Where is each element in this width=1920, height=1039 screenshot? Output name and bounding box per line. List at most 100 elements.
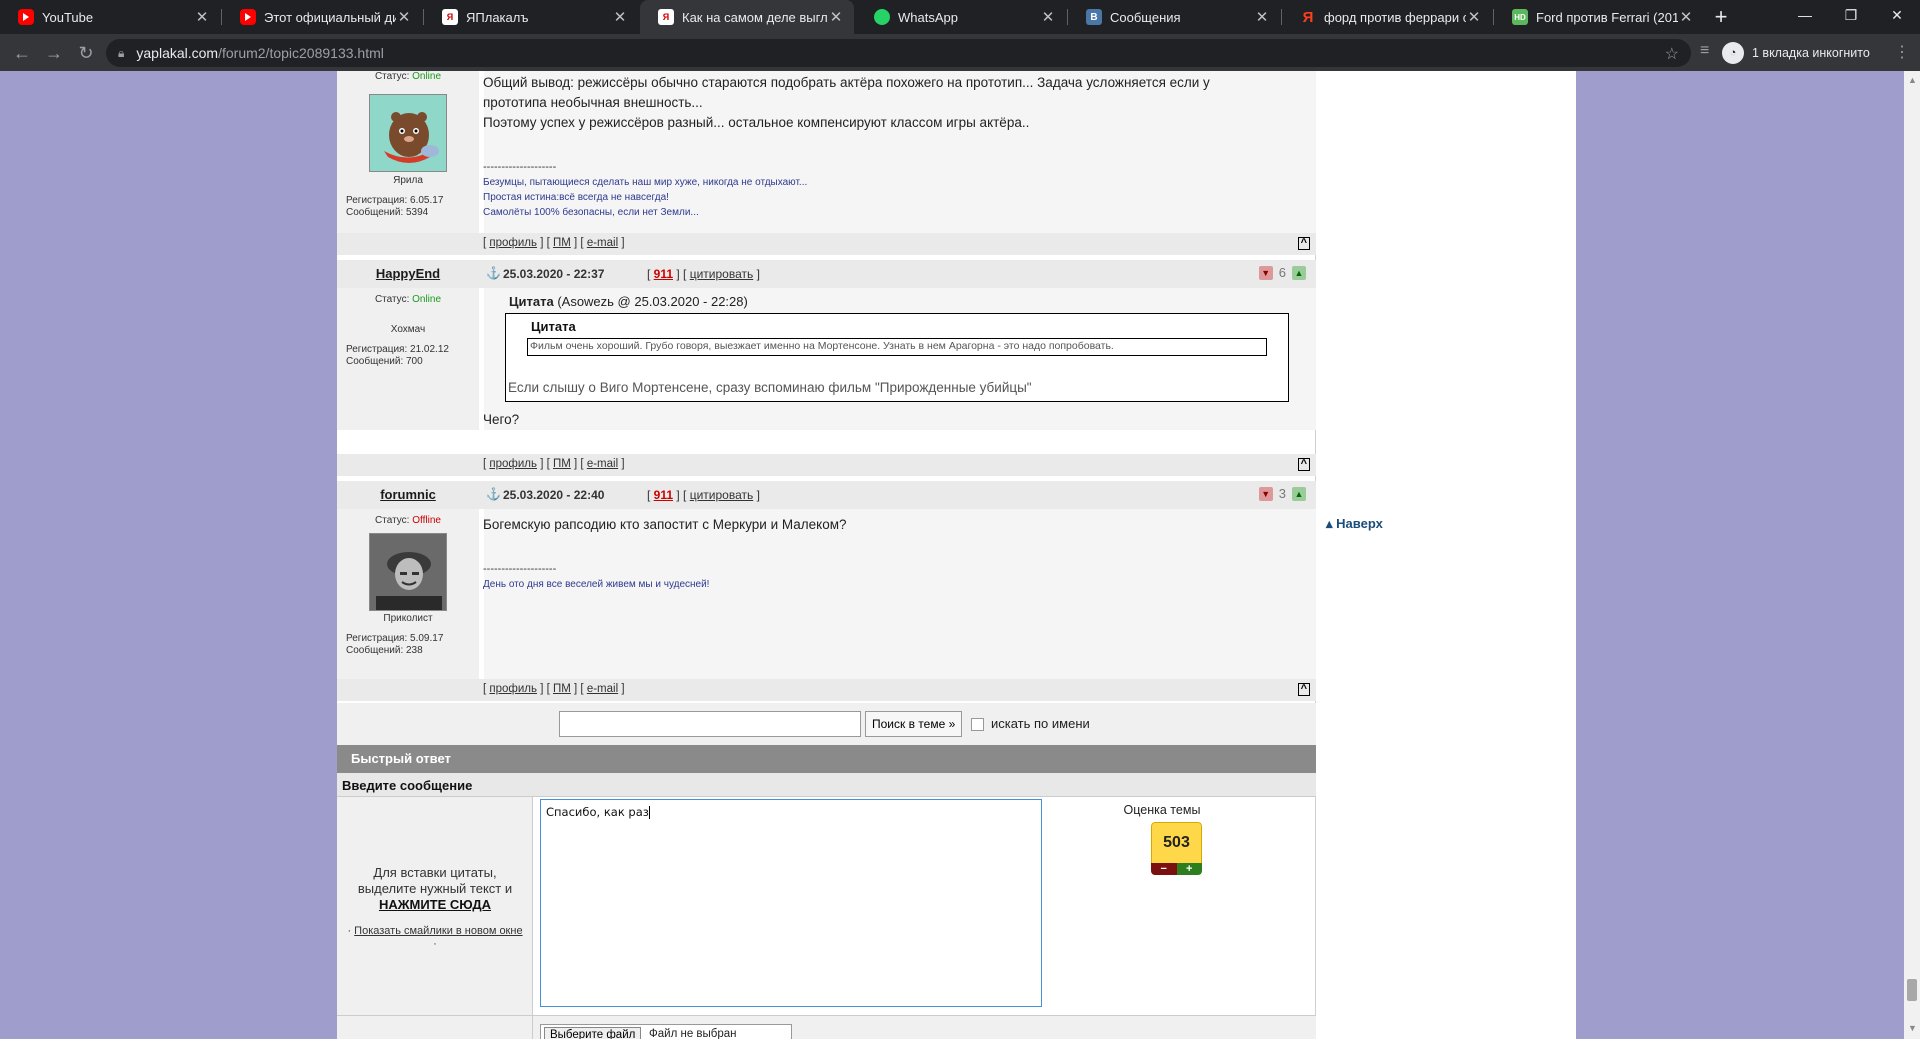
post-text: Общий вывод: режиссёры обычно стараются … [483, 73, 1210, 133]
thumbs-down-icon[interactable]: ▼ [1258, 486, 1273, 501]
close-icon[interactable]: ✕ [194, 8, 210, 26]
close-icon[interactable]: ✕ [612, 8, 628, 26]
author-name[interactable]: HappyEnd [337, 266, 479, 281]
thumbs-down-icon[interactable]: ▼ [1258, 265, 1273, 280]
file-input[interactable]: Выберите файл Файл не выбран [540, 1024, 792, 1039]
status-offline: Offline [412, 515, 441, 526]
post-actions: [ 911 ] [ цитировать ] [647, 267, 760, 281]
url-path: /forum2/topic2089133.html [218, 45, 384, 61]
author-name[interactable]: forumnic [337, 487, 479, 502]
insert-quote-link[interactable]: НАЖМИТЕ СЮДА [379, 897, 491, 912]
tab-yandex-search[interactable]: Я форд против феррари смо ✕ [1282, 0, 1492, 34]
browser-menu-icon[interactable]: ⋮ [1894, 42, 1910, 62]
post-text: Богемскую рапсодию кто запостит с Меркур… [483, 517, 847, 532]
close-icon[interactable]: ✕ [396, 8, 412, 26]
show-smilies-link[interactable]: Показать смайлики в новом окне [354, 925, 522, 937]
profile-link[interactable]: профиль [489, 683, 537, 695]
post-footer: [ профиль ] [ ПМ ] [ e-mail ] ^ [337, 679, 1316, 701]
vk-icon: В [1086, 9, 1102, 25]
registration-date: Регистрация: 21.02.12 [346, 344, 449, 355]
photo-avatar-image [370, 534, 446, 610]
search-by-name-checkbox[interactable] [971, 718, 984, 731]
tab-active-topic[interactable]: Я Как на самом деле выгляд ✕ [640, 0, 854, 34]
quote-label: Цитата [509, 294, 554, 309]
email-link[interactable]: e-mail [587, 237, 618, 249]
registration-info: Регистрация: 21.02.12 Сообщений: 700 [346, 344, 449, 368]
thumbs-up-icon[interactable]: ▲ [1292, 486, 1306, 501]
incognito-indicator[interactable]: ◔ 1 вкладка инкогнито [1722, 39, 1870, 67]
close-icon[interactable]: ✕ [1040, 8, 1056, 26]
forward-button[interactable]: → [40, 39, 68, 67]
anchor-icon[interactable]: ⚓ [486, 266, 501, 280]
triangle-up-icon: ▴ [1326, 516, 1333, 531]
page-scrollbar[interactable]: ▲ ▼ [1904, 71, 1920, 1039]
to-top-link[interactable]: ▴ Наверх [1326, 516, 1383, 532]
scroll-down-arrow-icon[interactable]: ▼ [1908, 1023, 1917, 1033]
tab-movie[interactable]: HD Ford против Ferrari (2019) ✕ [1494, 0, 1704, 34]
rating-value: 3 [1278, 486, 1286, 501]
message-textarea[interactable]: Спасибо, как раз [540, 799, 1042, 1007]
scroll-top-button[interactable]: ^ [1297, 458, 1310, 471]
post-text-line: Поэтому успех у режиссёров разный... ост… [483, 115, 1030, 130]
reading-list-icon[interactable]: ≡ [1700, 42, 1709, 60]
address-bar[interactable]: 🔒︎ yaplakal.com/forum2/topic2089133.html… [106, 39, 1691, 67]
forum-topic: Статус: Online Ярила Регистрация: 6.05.1… [337, 71, 1316, 1039]
pm-link[interactable]: ПМ [553, 458, 571, 470]
tab-dealer-video[interactable]: Этот официальный дилер ✕ [222, 0, 422, 34]
pm-link[interactable]: ПМ [553, 683, 571, 695]
close-icon[interactable]: ✕ [1466, 8, 1482, 26]
bookmark-star-icon[interactable]: ☆ [1665, 44, 1679, 64]
quote-link[interactable]: цитировать [690, 488, 754, 502]
text-caret [648, 806, 650, 819]
registration-date: Регистрация: 6.05.17 [346, 195, 444, 206]
topic-search-button[interactable]: Поиск в теме » [865, 711, 963, 737]
post-number-link[interactable]: 911 [654, 488, 673, 502]
scroll-up-arrow-icon[interactable]: ▲ [1908, 75, 1917, 85]
scroll-top-button[interactable]: ^ [1297, 683, 1310, 696]
thumbs-up-icon[interactable]: ▲ [1292, 265, 1306, 280]
attachment-row: Выберите файл Файл не выбран [337, 1015, 1316, 1039]
rating-plus-button[interactable]: + [1176, 863, 1202, 875]
tab-yaplakal[interactable]: Я ЯПлакалъ ✕ [424, 0, 638, 34]
tab-vk-messages[interactable]: В Сообщения ✕ [1068, 0, 1280, 34]
new-tab-button[interactable]: + [1708, 4, 1734, 30]
email-link[interactable]: e-mail [587, 683, 618, 695]
avatar[interactable] [369, 533, 447, 611]
close-icon[interactable]: ✕ [1254, 8, 1270, 26]
maximize-button[interactable]: ❐ [1828, 0, 1874, 34]
profile-link[interactable]: профиль [489, 237, 537, 249]
youtube-icon [18, 9, 34, 25]
topic-search-input[interactable] [559, 711, 861, 737]
anchor-icon[interactable]: ⚓ [486, 487, 501, 501]
rating-minus-button[interactable]: − [1151, 863, 1177, 875]
tab-whatsapp[interactable]: WhatsApp ✕ [856, 0, 1066, 34]
close-icon[interactable]: ✕ [1678, 8, 1694, 26]
to-top-label: Наверх [1336, 516, 1383, 531]
post-number-link[interactable]: 911 [654, 267, 673, 281]
post-text-line: прототипа необычная внешность... [483, 95, 703, 110]
pm-link[interactable]: ПМ [553, 237, 571, 249]
scroll-top-button[interactable]: ^ [1297, 237, 1310, 250]
quote-header: Цитата (Asowezь @ 25.03.2020 - 22:28) [509, 294, 748, 309]
signature-divider: -------------------- [483, 563, 557, 575]
avatar[interactable] [369, 94, 447, 172]
email-link[interactable]: e-mail [587, 458, 618, 470]
back-button[interactable]: ← [8, 39, 36, 67]
reload-button[interactable]: ↻ [72, 39, 100, 67]
tab-youtube[interactable]: YouTube ✕ [0, 0, 220, 34]
profile-link[interactable]: профиль [489, 458, 537, 470]
help-text: выделите нужный текст и [357, 881, 513, 896]
quote-block: Цитата Фильм очень хороший. Грубо говоря… [505, 313, 1289, 402]
status-online: Online [412, 71, 442, 82]
seal-avatar-image [384, 112, 439, 163]
scroll-thumb[interactable] [1907, 979, 1917, 1001]
yandex-icon: Я [1302, 8, 1314, 26]
close-icon[interactable]: ✕ [828, 8, 844, 26]
hd-icon: HD [1512, 9, 1528, 25]
minimize-button[interactable]: — [1782, 0, 1828, 34]
signature-line: Простая истина:всё всегда не навсегда! [483, 192, 669, 203]
choose-file-button[interactable]: Выберите файл [544, 1027, 642, 1039]
quote-link[interactable]: цитировать [690, 267, 754, 281]
tab-title: форд против феррари смо [1324, 9, 1466, 25]
close-window-button[interactable]: ✕ [1874, 0, 1920, 34]
